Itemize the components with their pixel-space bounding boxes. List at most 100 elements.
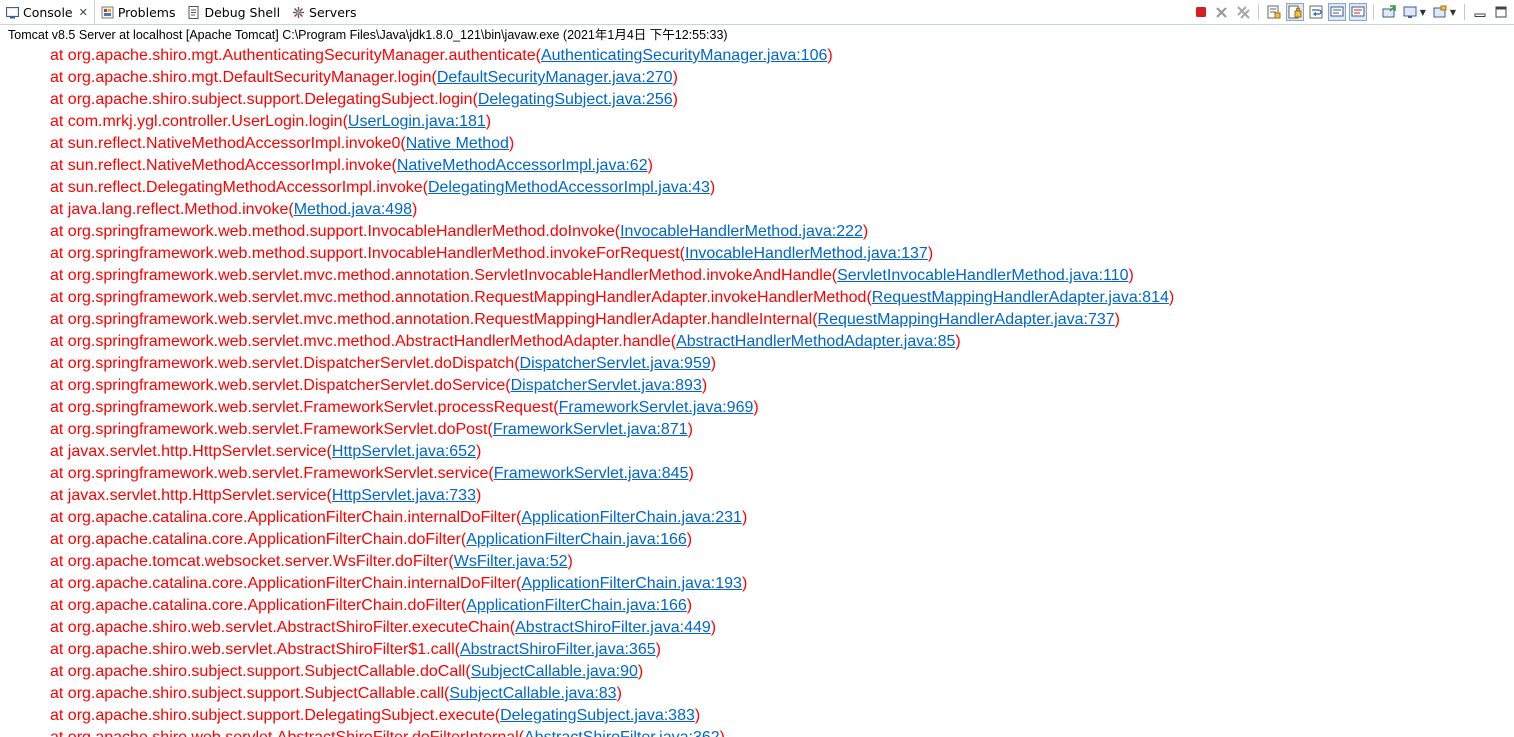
stack-frame-text: at org.springframework.web.servlet.Frame… (50, 421, 493, 438)
show-on-stdout-icon[interactable] (1327, 3, 1346, 21)
remove-launch-icon[interactable] (1213, 3, 1231, 21)
tab-label: Problems (117, 4, 176, 20)
tab-problems[interactable]: Problems (95, 0, 182, 24)
source-link[interactable]: ApplicationFilterChain.java:166 (466, 531, 687, 548)
source-link[interactable]: FrameworkServlet.java:871 (493, 421, 688, 438)
stack-frame-text: at org.springframework.web.servlet.Dispa… (50, 377, 511, 394)
stack-frame-text: at javax.servlet.http.HttpServlet.servic… (50, 443, 332, 460)
stack-frame-text: at sun.reflect.NativeMethodAccessorImpl.… (50, 135, 406, 152)
stack-frame-close: ) (672, 69, 678, 86)
stack-frame-close: ) (1114, 311, 1120, 328)
source-link[interactable]: AbstractHandlerMethodAdapter.java:85 (676, 333, 955, 350)
stack-frame-close: ) (508, 135, 515, 152)
source-link[interactable]: DispatcherServlet.java:959 (520, 355, 711, 372)
stack-trace-line: at org.springframework.web.servlet.Dispa… (0, 353, 1514, 375)
stack-frame-text: at org.apache.shiro.web.servlet.Abstract… (50, 729, 524, 737)
source-link[interactable]: RequestMappingHandlerAdapter.java:737 (818, 311, 1115, 328)
source-link[interactable]: InvocableHandlerMethod.java:222 (620, 223, 863, 240)
source-link[interactable]: InvocableHandlerMethod.java:137 (685, 245, 928, 262)
stack-frame-text: at org.apache.shiro.subject.support.Dele… (50, 707, 501, 724)
source-link[interactable]: SubjectCallable.java:83 (449, 685, 616, 702)
source-link[interactable]: DelegatingSubject.java:256 (478, 91, 673, 108)
stack-trace-line: at org.springframework.web.servlet.Dispa… (0, 375, 1514, 397)
stack-frame-text: at org.apache.shiro.mgt.DefaultSecurityM… (50, 69, 437, 86)
stack-trace-line: at sun.reflect.NativeMethodAccessorImpl.… (0, 133, 1514, 155)
source-link[interactable]: RequestMappingHandlerAdapter.java:814 (872, 289, 1169, 306)
source-link[interactable]: ApplicationFilterChain.java:166 (466, 597, 687, 614)
source-link[interactable]: UserLogin.java:181 (348, 113, 486, 130)
stack-trace-line: at org.apache.shiro.subject.support.Subj… (0, 683, 1514, 705)
stack-trace-line: at org.apache.tomcat.websocket.server.Ws… (0, 551, 1514, 573)
stack-frame-text: at org.springframework.web.method.suppor… (50, 223, 621, 240)
stack-trace-line: at javax.servlet.http.HttpServlet.servic… (0, 485, 1514, 507)
stack-trace-line: at sun.reflect.NativeMethodAccessorImpl.… (0, 155, 1514, 177)
stack-frame-close: ) (637, 663, 644, 680)
stack-frame-close: ) (475, 443, 482, 460)
stack-trace-line: at org.apache.shiro.subject.support.Dele… (0, 89, 1514, 111)
source-link[interactable]: DelegatingSubject.java:383 (500, 707, 695, 724)
show-on-stderr-icon[interactable] (1348, 3, 1367, 21)
stack-frame-close: ) (694, 707, 701, 724)
stack-trace-line: at org.apache.catalina.core.ApplicationF… (0, 529, 1514, 551)
tab-console[interactable]: Console ✕ (0, 0, 95, 24)
stack-frame-text: at org.apache.catalina.core.ApplicationF… (50, 575, 522, 592)
stack-frame-close: ) (701, 377, 708, 394)
source-link[interactable]: HttpServlet.java:652 (332, 443, 476, 460)
open-console-icon[interactable] (1431, 3, 1449, 21)
source-link[interactable]: AbstractShiroFilter.java:449 (515, 619, 711, 636)
maximize-icon[interactable] (1492, 3, 1510, 21)
source-link[interactable]: ApplicationFilterChain.java:231 (521, 509, 742, 526)
source-link[interactable]: DispatcherServlet.java:893 (511, 377, 702, 394)
stack-trace-line: at org.apache.catalina.core.ApplicationF… (0, 507, 1514, 529)
stack-frame-text: at org.apache.shiro.subject.support.Subj… (50, 685, 450, 702)
pin-console-icon[interactable] (1380, 3, 1398, 21)
console-output[interactable]: at org.apache.shiro.mgt.AuthenticatingSe… (0, 45, 1514, 737)
debug-shell-icon (187, 5, 200, 19)
source-link[interactable]: HttpServlet.java:733 (332, 487, 476, 504)
clear-console-icon[interactable] (1265, 3, 1283, 21)
source-link[interactable]: Method.java:498 (294, 201, 412, 218)
terminate-icon[interactable] (1192, 3, 1210, 21)
tab-servers[interactable]: Servers (286, 0, 363, 24)
stack-frame-text: at org.apache.shiro.subject.support.Dele… (50, 91, 478, 108)
stack-trace-line: at org.springframework.web.servlet.mvc.m… (0, 265, 1514, 287)
stack-trace-line: at org.apache.shiro.mgt.AuthenticatingSe… (0, 45, 1514, 67)
view-tab-bar: Console ✕ Problems Debug Shell Servers ▼… (0, 0, 1514, 25)
stack-frame-text: at com.mrkj.ygl.controller.UserLogin.log… (50, 113, 348, 130)
source-link[interactable]: AuthenticatingSecurityManager.java:106 (541, 47, 827, 64)
stack-frame-text: at org.springframework.web.servlet.mvc.m… (50, 267, 838, 284)
close-icon[interactable]: ✕ (79, 6, 88, 19)
stack-frame-text: at org.springframework.web.servlet.mvc.m… (50, 289, 872, 306)
source-link[interactable]: AbstractShiroFilter.java:365 (460, 641, 656, 658)
toolbar-separator (1464, 4, 1465, 20)
stack-frame-text: at org.springframework.web.method.suppor… (50, 245, 685, 262)
source-link[interactable]: WsFilter.java:52 (454, 553, 568, 570)
source-link[interactable]: FrameworkServlet.java:845 (494, 465, 689, 482)
stack-trace-line: at java.lang.reflect.Method.invoke(Metho… (0, 199, 1514, 221)
stack-trace-line: at org.springframework.web.servlet.mvc.m… (0, 287, 1514, 309)
source-link[interactable]: DelegatingMethodAccessorImpl.java:43 (428, 179, 710, 196)
scroll-lock-icon[interactable] (1285, 3, 1304, 21)
stack-trace-line: at org.springframework.web.servlet.mvc.m… (0, 331, 1514, 353)
source-link[interactable]: DefaultSecurityManager.java:270 (437, 69, 673, 86)
servers-icon (292, 6, 305, 19)
source-link[interactable]: FrameworkServlet.java:969 (559, 399, 754, 416)
stack-trace-line: at org.apache.shiro.subject.support.Dele… (0, 705, 1514, 727)
source-link[interactable]: AbstractShiroFilter.java:362 (524, 729, 720, 737)
stack-trace-line: at org.springframework.web.servlet.mvc.m… (0, 309, 1514, 331)
display-selected-console-icon[interactable] (1401, 3, 1419, 21)
source-link[interactable]: NativeMethodAccessorImpl.java:62 (397, 157, 648, 174)
source-link[interactable]: SubjectCallable.java:90 (471, 663, 638, 680)
word-wrap-icon[interactable] (1307, 3, 1325, 21)
stack-frame-close: ) (686, 531, 693, 548)
source-link[interactable]: ApplicationFilterChain.java:193 (521, 575, 742, 592)
chevron-down-icon[interactable]: ▼ (1420, 8, 1426, 17)
minimize-icon[interactable] (1471, 3, 1489, 21)
tab-debug-shell[interactable]: Debug Shell (181, 0, 286, 24)
source-link[interactable]: ServletInvocableHandlerMethod.java:110 (837, 267, 1128, 284)
stack-frame-close: ) (687, 421, 693, 438)
source-link[interactable]: Native Method (406, 135, 509, 152)
remove-all-terminated-icon[interactable] (1234, 3, 1252, 21)
chevron-down-icon[interactable]: ▼ (1450, 8, 1456, 17)
stack-frame-close: ) (741, 509, 748, 526)
